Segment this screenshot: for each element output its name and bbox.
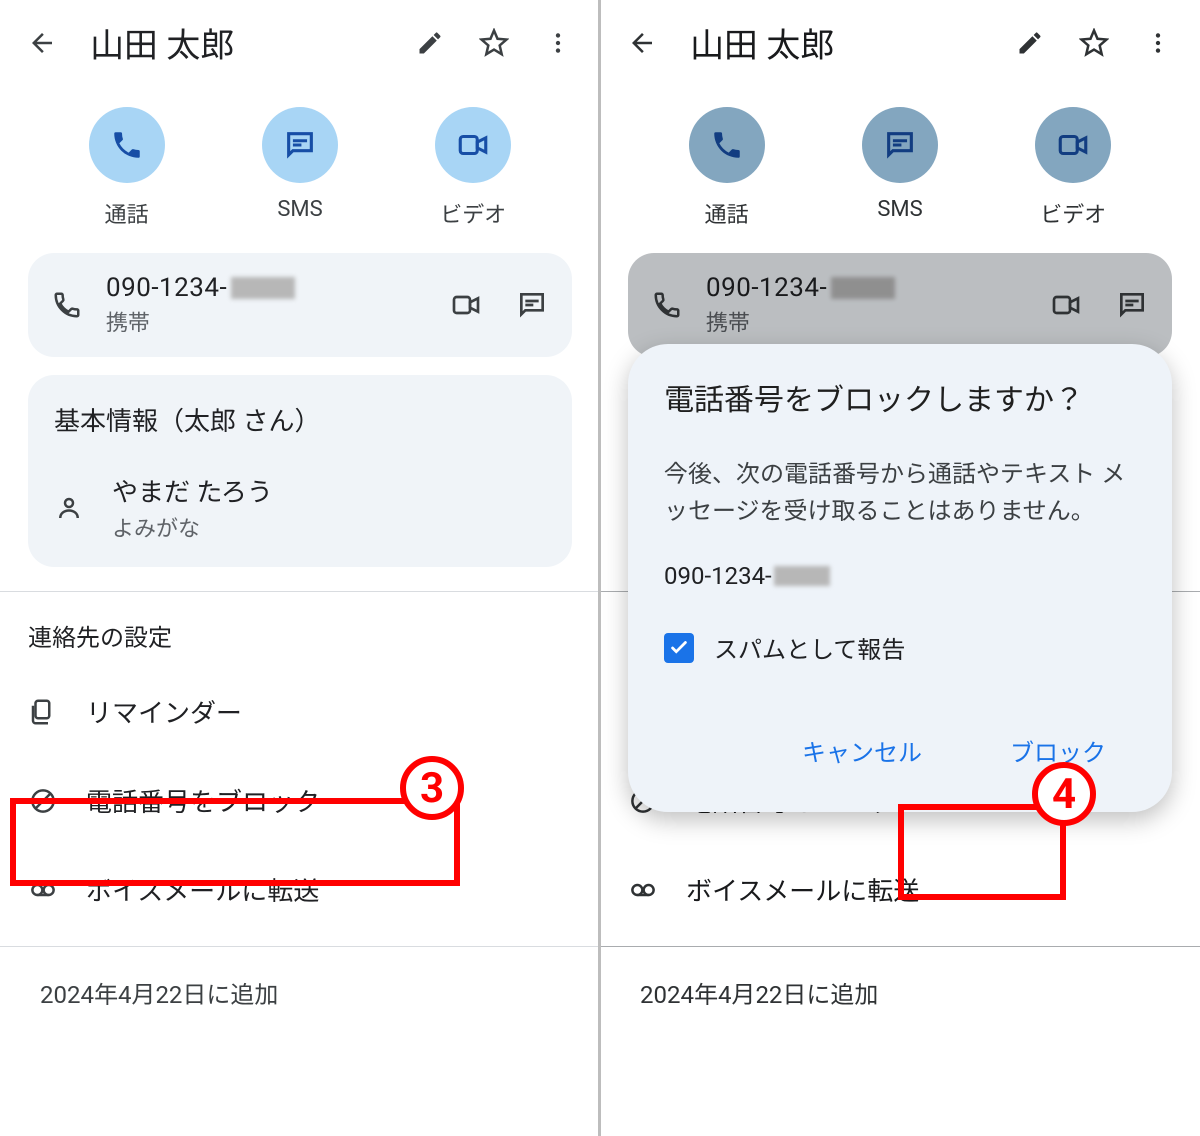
voicemail-icon (628, 875, 658, 905)
sms-icon (262, 107, 338, 183)
redacted-digits (831, 277, 895, 299)
reminder-icon (28, 697, 58, 727)
screenshot-step-4: 山田 太郎 通話 SMS ビデオ (600, 0, 1200, 1136)
call-button[interactable]: 通話 (689, 107, 765, 229)
header-bar: 山田 太郎 (0, 0, 600, 85)
screenshot-step-3: 山田 太郎 通話 SMS ビデオ (0, 0, 600, 1136)
video-icon (435, 107, 511, 183)
video-button[interactable]: ビデオ (435, 107, 511, 229)
phone-outline-icon (652, 290, 682, 320)
sms-icon (862, 107, 938, 183)
action-row: 通話 SMS ビデオ (600, 85, 1200, 247)
back-icon[interactable] (620, 21, 664, 65)
voicemail-icon (28, 875, 58, 905)
header-bar: 山田 太郎 (600, 0, 1200, 85)
spam-label: スパムとして報告 (714, 630, 905, 665)
call-button[interactable]: 通話 (89, 107, 165, 229)
panel-separator (598, 0, 601, 1136)
redacted-digits (231, 277, 295, 299)
info-title: 基本情報（太郎 さん） (54, 401, 546, 438)
checkbox-checked-icon (664, 633, 694, 663)
video-call-icon[interactable] (450, 289, 482, 321)
settings-title: 連絡先の設定 (0, 592, 600, 667)
added-date: 2024年4月22日に追加 (600, 947, 1200, 1038)
sms-button[interactable]: SMS (862, 107, 938, 229)
added-date: 2024年4月22日に追加 (0, 947, 600, 1038)
phone-number[interactable]: 090-1234- (706, 273, 1026, 303)
video-call-icon[interactable] (1050, 289, 1082, 321)
phone-card: 090-1234- 携帯 (28, 253, 572, 357)
contact-name: 山田 太郎 (690, 18, 988, 67)
phone-type: 携帯 (106, 305, 426, 337)
annotation-box-4 (898, 804, 1066, 900)
person-icon (54, 493, 84, 523)
cancel-button[interactable]: キャンセル (782, 719, 942, 782)
call-label: 通話 (705, 197, 749, 229)
info-card: 基本情報（太郎 さん） やまだ たろう よみがな (28, 375, 572, 567)
sms-button[interactable]: SMS (262, 107, 338, 229)
phone-outline-icon (52, 290, 82, 320)
voicemail-label: ボイスメールに転送 (86, 871, 319, 908)
voicemail-label: ボイスメールに転送 (686, 871, 919, 908)
more-icon[interactable] (1136, 21, 1180, 65)
message-icon[interactable] (1116, 289, 1148, 321)
phone-icon (89, 107, 165, 183)
dialog-title: 電話番号をブロックしますか？ (664, 380, 1136, 422)
edit-icon[interactable] (1008, 21, 1052, 65)
phone-icon (689, 107, 765, 183)
video-icon (1035, 107, 1111, 183)
block-confirm-dialog: 電話番号をブロックしますか？ 今後、次の電話番号から通話やテキスト メッセージを… (628, 344, 1172, 812)
redacted-digits (774, 566, 830, 586)
block-button[interactable]: ブロック (990, 719, 1126, 782)
spam-report-checkbox[interactable]: スパムとして報告 (664, 630, 1136, 665)
reminder-label: リマインダー (86, 693, 242, 730)
star-icon[interactable] (472, 21, 516, 65)
block-label: 電話番号をブロック (86, 782, 320, 819)
block-icon (28, 786, 58, 816)
message-icon[interactable] (516, 289, 548, 321)
block-number-item[interactable]: 電話番号をブロック (0, 756, 600, 845)
dialog-phone-number: 090-1234- (664, 562, 1136, 590)
contact-name: 山田 太郎 (90, 18, 388, 67)
video-button[interactable]: ビデオ (1035, 107, 1111, 229)
sms-label: SMS (277, 197, 322, 222)
voicemail-item[interactable]: ボイスメールに転送 (0, 845, 600, 934)
yomi-caption: よみがな (112, 511, 273, 543)
phone-type: 携帯 (706, 305, 1026, 337)
sms-label: SMS (877, 197, 922, 222)
phone-number[interactable]: 090-1234- (106, 273, 426, 303)
back-icon[interactable] (20, 21, 64, 65)
more-icon[interactable] (536, 21, 580, 65)
reminder-item[interactable]: リマインダー (0, 667, 600, 756)
video-label: ビデオ (440, 197, 506, 229)
yomi-value: やまだ たろう (112, 472, 273, 509)
edit-icon[interactable] (408, 21, 452, 65)
video-label: ビデオ (1040, 197, 1106, 229)
dialog-body: 今後、次の電話番号から通話やテキスト メッセージを受け取ることはありません。 (664, 456, 1136, 530)
star-icon[interactable] (1072, 21, 1116, 65)
voicemail-item[interactable]: ボイスメールに転送 (600, 845, 1200, 934)
action-row: 通話 SMS ビデオ (0, 85, 600, 247)
call-label: 通話 (105, 197, 149, 229)
divider (600, 946, 1200, 947)
phone-card: 090-1234- 携帯 (628, 253, 1172, 357)
